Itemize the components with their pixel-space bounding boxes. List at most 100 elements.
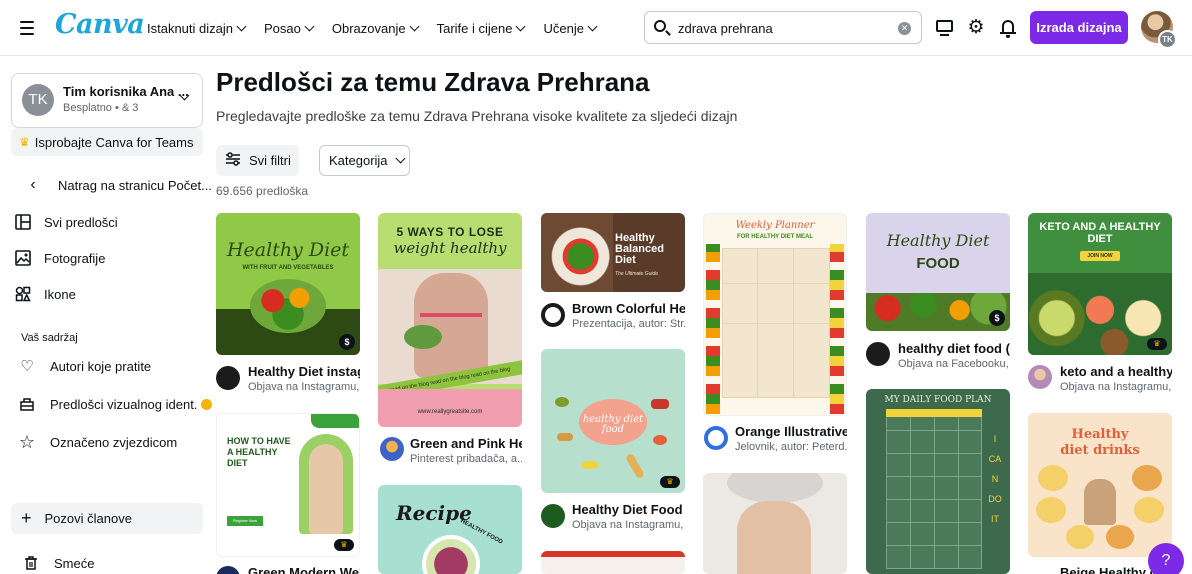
author-avatar[interactable] (216, 566, 240, 574)
template-card-green-pink-pinterest[interactable]: 5 WAYS TO LOSE weight healthy read on th… (378, 213, 522, 427)
author-avatar[interactable] (541, 303, 565, 327)
avatar-badge: TK (1158, 30, 1177, 49)
main-nav: Istaknuti dizajn Posao Obrazovanje Tarif… (147, 0, 598, 56)
crown-icon: ♛ (19, 135, 30, 149)
sidebar-item-photos[interactable]: Fotografije (14, 246, 105, 270)
card-title[interactable]: Healthy Diet instag... (248, 364, 360, 379)
template-card-fitness-photo[interactable] (703, 473, 847, 574)
page-title: Predlošci za temu Zdrava Prehrana (216, 67, 650, 97)
card-title[interactable]: Green Modern Web... (248, 565, 360, 574)
card-title[interactable]: Healthy Diet Food I... (572, 502, 685, 517)
author-avatar[interactable] (704, 426, 728, 450)
template-card-healthy-diet-instagram[interactable]: Healthy Diet WITH FRUIT AND VEGETABLES $ (216, 213, 360, 355)
pro-badge: ♛ (334, 539, 354, 551)
search-icon (653, 19, 671, 37)
card-title[interactable]: keto and a healthy ... (1060, 364, 1172, 379)
nav-learn[interactable]: Učenje (543, 21, 598, 36)
author-avatar[interactable] (380, 437, 404, 461)
card-title[interactable]: Beige Healthy die... (1060, 565, 1160, 574)
layout-icon (14, 213, 32, 231)
sidebar-item-trash[interactable]: Smeće (22, 551, 94, 574)
card-meta: Prezentacija, autor: Str... (572, 318, 685, 330)
clear-icon[interactable]: ✕ (898, 22, 911, 35)
all-filters-button[interactable]: Svi filtri (216, 145, 299, 176)
pro-badge: ♛ (660, 476, 680, 488)
template-card-healthy-diet-food[interactable]: healthy diet food ♛ (541, 349, 685, 493)
template-card-weekly-planner[interactable]: Weekly Planner FOR HEALTHY DIET MEAL (703, 213, 847, 416)
results-count: 69.656 predloška (216, 184, 309, 198)
chevron-left-icon: ‹ (30, 176, 36, 193)
template-card-recipe[interactable]: Recipe HEALTHY FOOD (378, 485, 522, 574)
author-avatar[interactable] (216, 366, 240, 390)
nav-featured[interactable]: Istaknuti dizajn (147, 21, 247, 36)
create-design-button[interactable]: Izrada dizajna (1030, 11, 1128, 44)
team-switcher[interactable]: TK Tim korisnika Ana ... Besplatno • & 3 (11, 73, 203, 128)
search-input[interactable] (678, 18, 888, 38)
card-meta: Jelovnik, autor: Peterd... (735, 441, 847, 453)
card-title[interactable]: Brown Colorful He... (572, 301, 685, 316)
team-plan: Besplatno • & 3 (63, 102, 139, 114)
team-avatar: TK (22, 84, 54, 116)
chevron-down-icon (516, 21, 526, 31)
brand-kit-icon (18, 395, 36, 413)
section-label-your-content: Vaš sadržaj (21, 332, 78, 344)
trash-icon (22, 554, 40, 572)
heart-hand-icon: ♡ (20, 358, 34, 375)
sidebar-item-starred[interactable]: ☆ Označeno zvjezdicom (18, 430, 177, 454)
author-avatar[interactable] (866, 342, 890, 366)
help-button[interactable]: ? (1148, 543, 1184, 574)
sidebar-item-followed-authors[interactable]: ♡ Autori koje pratite (18, 354, 151, 378)
avatar[interactable]: TK (1141, 11, 1177, 49)
invite-members-button[interactable]: + Pozovi članove (11, 503, 203, 534)
card-meta: Pinterest pribadača, a... (410, 453, 522, 465)
chevron-down-icon (395, 153, 405, 164)
pro-badge: ♛ (1147, 338, 1167, 350)
card-meta: Objava na Instagramu, ... (572, 519, 685, 531)
menu-icon[interactable] (16, 17, 38, 39)
try-teams-button[interactable]: ♛ Isprobajte Canva for Teams (11, 128, 203, 156)
author-avatar[interactable] (541, 504, 565, 528)
card-title[interactable]: healthy diet food (... (898, 341, 1010, 356)
card-title[interactable]: Orange Illustrative ... (735, 424, 847, 439)
template-card-brown-presentation[interactable]: Healthy Balanced Diet The Ultimate Guide (541, 213, 685, 292)
chevron-down-icon (587, 21, 598, 31)
nav-pricing[interactable]: Tarife i cijene (437, 21, 526, 36)
back-to-home[interactable]: ‹ Natrag na stranicu Počet... (24, 173, 212, 197)
card-meta: Objava na Instagramu, ... (248, 381, 360, 393)
card-title[interactable]: Green and Pink He... (410, 436, 522, 451)
template-card-healthy-diet-food-facebook[interactable]: Healthy Diet FOOD $ (866, 213, 1010, 331)
filter-icon (225, 152, 241, 169)
author-avatar[interactable] (1028, 365, 1052, 389)
sidebar: TK Tim korisnika Ana ... Besplatno • & 3… (0, 57, 216, 574)
nav-business[interactable]: Posao (264, 21, 315, 36)
sidebar-item-icons[interactable]: Ikone (14, 282, 76, 306)
card-meta: Objava na Instagramu, ... (1060, 381, 1172, 393)
paid-badge: $ (339, 334, 355, 350)
sidebar-item-all-templates[interactable]: Svi predlošci (14, 210, 118, 234)
nav-education[interactable]: Obrazovanje (332, 21, 420, 36)
paid-badge: $ (989, 310, 1005, 326)
template-card-partial[interactable] (541, 551, 685, 574)
star-icon: ☆ (18, 431, 36, 452)
chevron-down-icon (236, 21, 247, 31)
team-name: Tim korisnika Ana ... (63, 84, 189, 99)
bell-icon[interactable] (997, 17, 1019, 39)
image-icon (14, 249, 32, 267)
top-bar: Canva Istaknuti dizajn Posao Obrazovanje… (0, 0, 1192, 56)
template-card-daily-food-plan[interactable]: MY DAILY FOOD PLAN I CAN DO IT (866, 389, 1010, 574)
category-dropdown[interactable]: Kategorija (319, 145, 410, 176)
shapes-icon (14, 285, 32, 303)
chevron-down-icon (304, 21, 315, 31)
gear-icon[interactable]: ⚙ (965, 17, 987, 39)
template-card-keto-diet[interactable]: KETO AND A HEALTHY DIET JOIN NOW ♛ (1028, 213, 1172, 355)
template-card-green-modern-webinar[interactable]: HOW TO HAVE A HEALTHY DIET Register Now … (216, 413, 360, 557)
monitor-icon[interactable] (934, 17, 956, 39)
pro-crown-icon (201, 398, 213, 410)
canva-logo[interactable]: Canva (55, 9, 145, 40)
search-box: ✕ (644, 11, 922, 44)
page-subtitle: Pregledavajte predloške za temu Zdrava P… (216, 108, 738, 124)
sidebar-item-brand-templates[interactable]: Predlošci vizualnog ident. (18, 392, 213, 416)
card-meta: Objava na Facebooku, ... (898, 358, 1010, 370)
plus-icon: + (21, 508, 32, 528)
template-card-healthy-diet-drinks[interactable]: Healthy diet drinks (1028, 413, 1172, 557)
